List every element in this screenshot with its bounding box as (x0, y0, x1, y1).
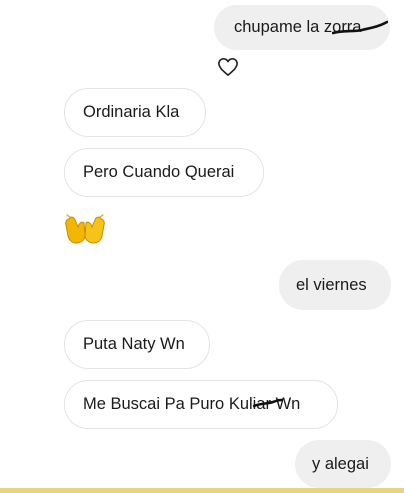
bottom-edge (0, 488, 404, 493)
message-text: y alegai (312, 454, 369, 473)
message-text: chupame la zorra (234, 18, 362, 36)
message-bubble-received[interactable]: Ordinaria Kla (64, 88, 206, 137)
message-text: Pero Cuando Querai (83, 163, 235, 181)
message-text: Puta Naty Wn (83, 335, 185, 353)
message-bubble-sent[interactable]: y alegai (295, 440, 391, 488)
message-bubble-sent[interactable]: chupame la zorra (214, 5, 390, 50)
message-bubble-received[interactable]: Pero Cuando Querai (64, 148, 264, 197)
message-text: el viernes (296, 275, 367, 294)
message-text: Ordinaria Kla (83, 103, 180, 121)
message-text: Me Buscai Pa Puro Kuliar Wn (83, 395, 301, 413)
raising-hands-emoji[interactable] (65, 213, 105, 245)
heart-outline-icon[interactable] (217, 57, 239, 77)
message-bubble-sent[interactable]: el viernes (279, 260, 391, 310)
message-bubble-received[interactable]: Me Buscai Pa Puro Kuliar Wn (64, 380, 338, 429)
message-bubble-received[interactable]: Puta Naty Wn (64, 320, 210, 369)
